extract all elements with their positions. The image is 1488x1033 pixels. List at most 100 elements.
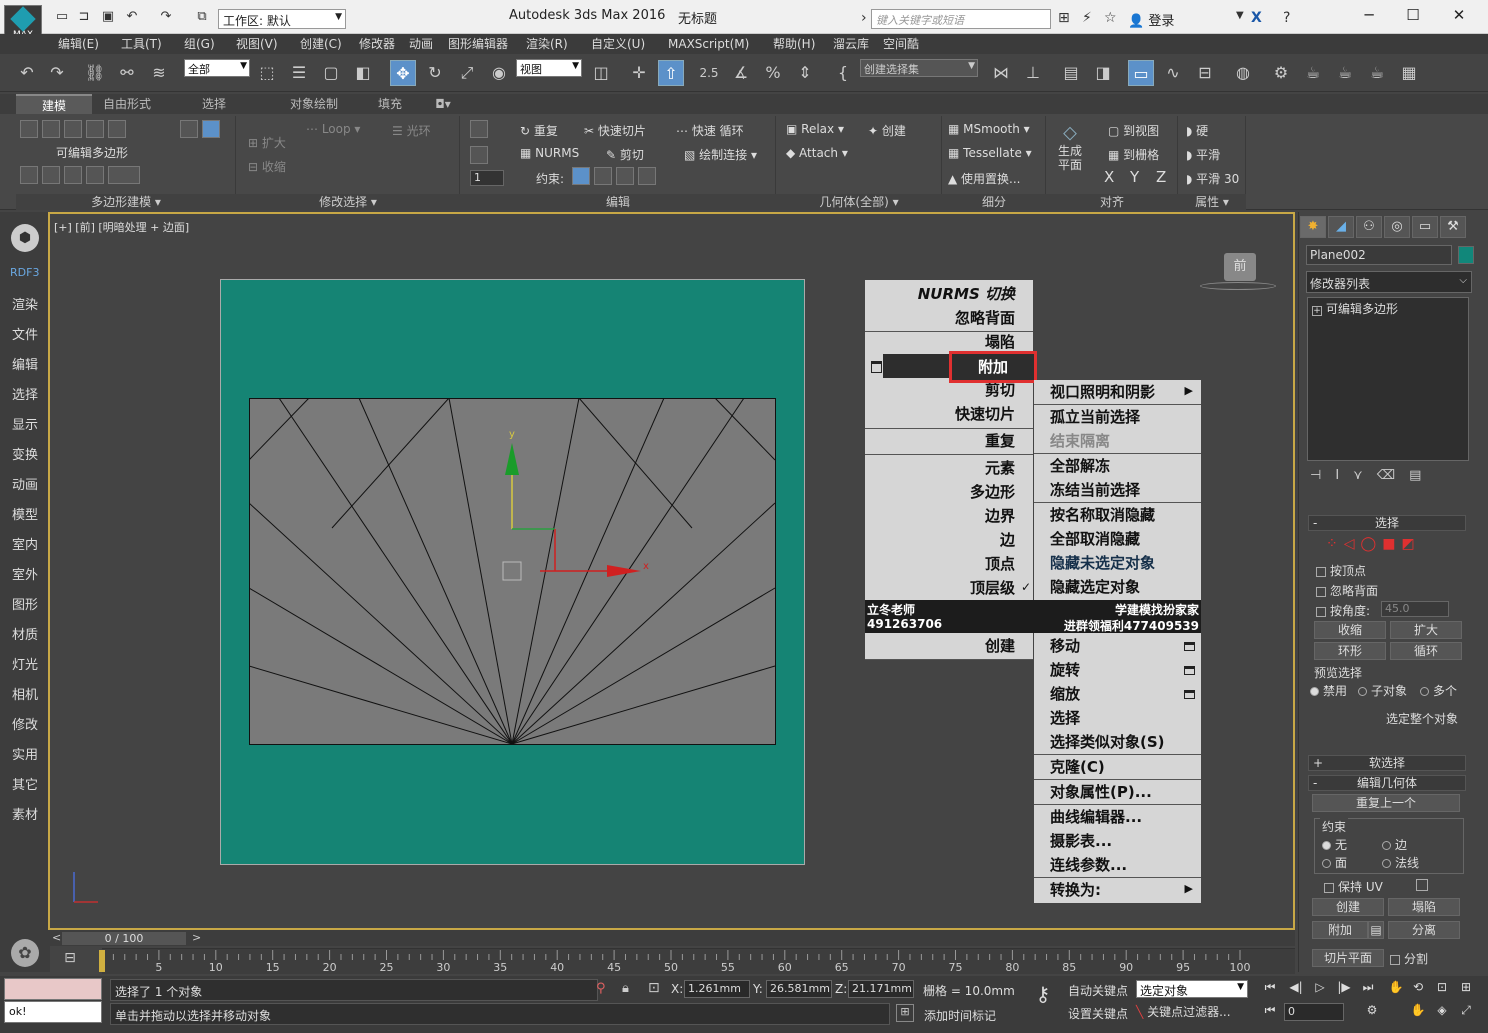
x-coordinate-field[interactable]: 1.261mm — [684, 980, 750, 998]
scale-settings-icon[interactable] — [1184, 690, 1195, 699]
field-of-view-icon[interactable]: ✋ — [1408, 1003, 1428, 1021]
spinner-snap-icon[interactable]: ⇕ — [792, 60, 818, 86]
quad-item-hide-selected[interactable]: 隐藏选定对象 — [1050, 575, 1140, 599]
relax-button[interactable]: ▣ Relax ▾ — [786, 122, 844, 136]
nurms-button[interactable]: ▦ NURMS — [520, 146, 579, 160]
rect-selection-icon[interactable]: ▢ — [318, 60, 344, 86]
quad-item-wire-parameters[interactable]: 连线参数... — [1050, 853, 1127, 877]
menu-animation[interactable]: 动画 — [409, 34, 433, 54]
rollout-edit-geometry[interactable]: - 编辑几何体 — [1308, 775, 1466, 791]
create-button[interactable]: ✦ 创建 — [868, 122, 906, 139]
constraint-none-radio[interactable]: 无 — [1322, 836, 1347, 853]
tweak-icon[interactable] — [470, 146, 488, 164]
close-button[interactable]: ✕ — [1444, 6, 1474, 26]
polygon-mode-icon[interactable]: ■ — [1382, 536, 1401, 552]
left-strip-item[interactable]: 素材 — [12, 804, 38, 823]
group-footer-modify-selection[interactable]: 修改选择 ▾ — [236, 194, 460, 210]
menu-kongjianku[interactable]: 空间酷 — [883, 34, 919, 54]
quickslice-button[interactable]: ✂ 快速切片 — [584, 122, 646, 139]
y-coordinate-field[interactable]: 26.581mm — [766, 980, 832, 998]
redo-icon[interactable]: ↷ — [158, 9, 174, 25]
rendered-frame-icon[interactable]: ☕ — [1300, 60, 1326, 86]
tab-modeling[interactable]: 建模 — [16, 94, 92, 114]
edit-named-selsets-icon[interactable]: { — [830, 60, 856, 86]
align-y-button[interactable]: Y — [1130, 168, 1139, 186]
maxscript-listener-mini[interactable] — [4, 978, 102, 1000]
show-end-result-icon[interactable]: Ⅰ — [1335, 468, 1353, 483]
quad-item-nurms-toggle[interactable]: NURMS 切换 — [918, 282, 1015, 306]
select-rotate-icon[interactable]: ↻ — [422, 60, 448, 86]
go-to-end-icon[interactable]: ⏭ — [1358, 980, 1378, 998]
isolate-toggle-icon[interactable]: ⚲ — [596, 981, 606, 996]
layer-manager-icon[interactable]: ▤ — [1058, 60, 1084, 86]
shrink-button[interactable]: ⊟ 收缩 — [248, 158, 286, 175]
edit-spinner[interactable]: 1 — [470, 170, 504, 186]
prev-frame-icon[interactable]: < — [52, 931, 61, 944]
select-move-icon[interactable]: ✥ — [390, 60, 416, 86]
to-grid-button[interactable]: ▦ 到栅格 — [1108, 146, 1159, 163]
smooth-button[interactable]: ◗ 平滑 — [1186, 146, 1220, 163]
grow-button[interactable]: 扩大 — [1390, 621, 1462, 639]
left-strip-item[interactable]: 变换 — [12, 444, 38, 463]
tessellate-button[interactable]: ▦ Tessellate ▾ — [948, 146, 1032, 160]
select-whole-object-label[interactable]: 选定整个对象 — [1386, 710, 1458, 727]
scene-explorer-icon[interactable]: ◨ — [1090, 60, 1116, 86]
menu-tools[interactable]: 工具(T) — [121, 34, 162, 54]
subscription-icon[interactable]: ⚡ — [1082, 10, 1092, 26]
viewport-label[interactable]: [+] [前] [明暗处理 + 边面] — [54, 219, 189, 235]
settings-icon[interactable]: ✿ — [11, 939, 39, 967]
reference-coord-dropdown[interactable]: 视图 ▼ — [516, 59, 582, 77]
quad-item-isolate[interactable]: 孤立当前选择 — [1050, 405, 1140, 429]
quad-item-element[interactable]: 元素 — [985, 456, 1015, 480]
redo-icon[interactable]: ↷ — [44, 60, 70, 86]
hard-button[interactable]: ◗ 硬 — [1186, 122, 1208, 139]
object-name-field[interactable]: Plane002 — [1306, 245, 1452, 265]
expand-icon[interactable]: + — [1312, 306, 1322, 316]
select-object-icon[interactable]: ⬚ — [254, 60, 280, 86]
mirror-icon[interactable]: ⋈ — [988, 60, 1014, 86]
vertex-icon[interactable] — [20, 120, 38, 138]
left-strip-item[interactable]: 其它 — [12, 774, 38, 793]
menu-group[interactable]: 组(G) — [184, 34, 215, 54]
create-panel-tab[interactable]: ✸ — [1300, 216, 1326, 238]
left-strip-item[interactable]: 显示 — [12, 414, 38, 433]
quad-item-attach[interactable]: 附加 — [949, 351, 1037, 383]
play-icon[interactable]: ▷ — [1310, 980, 1330, 998]
next-key-icon[interactable]: |▶ — [1334, 980, 1354, 998]
quad-item-repeat[interactable]: 重复 — [985, 429, 1015, 453]
key-selection-set-dropdown[interactable]: 选定对象 ▼ — [1136, 980, 1248, 998]
quad-item-clone[interactable]: 克隆(C) — [1050, 755, 1105, 779]
time-slider[interactable]: 0 / 100 — [62, 932, 186, 945]
constrain-normal-icon[interactable] — [638, 167, 656, 185]
utilities-panel-tab[interactable]: ⚒ — [1440, 216, 1466, 238]
link-icon[interactable]: ⛓ — [82, 60, 108, 86]
workspace-dropdown[interactable]: 工作区: 默认 ▼ — [218, 9, 346, 29]
cube-icon[interactable]: ⬢ — [11, 224, 39, 252]
detach-button[interactable]: 分离 — [1388, 921, 1460, 939]
element-icon[interactable] — [108, 120, 126, 138]
menu-rendering[interactable]: 渲染(R) — [526, 34, 568, 54]
modify-panel-tab[interactable]: ◢ — [1328, 216, 1354, 238]
vertex-mode-icon[interactable]: ⁘ — [1326, 536, 1344, 552]
quad-item-viewport-lighting[interactable]: 视口照明和阴影 — [1050, 380, 1155, 404]
menu-maxscript[interactable]: MAXScript(M) — [668, 34, 749, 54]
viewcube-compass-ring[interactable] — [1200, 282, 1276, 290]
angle-snap-icon[interactable]: ∡ — [728, 60, 754, 86]
select-manipulate-icon[interactable]: ✛ — [626, 60, 652, 86]
group-footer-properties[interactable]: 属性 ▾ — [1178, 194, 1246, 210]
use-displacement-button[interactable]: ▲ 使用置换... — [948, 170, 1021, 187]
preview-subobject-radio[interactable]: 子对象 — [1358, 682, 1407, 699]
quad-item-vertex[interactable]: 顶点 — [985, 552, 1015, 576]
quad-item-border[interactable]: 边界 — [985, 504, 1015, 528]
help-icon[interactable]: ? — [1283, 10, 1290, 26]
quad-item-object-properties[interactable]: 对象属性(P)... — [1050, 780, 1152, 804]
time-marker[interactable] — [99, 950, 105, 972]
zoom-extents-icon[interactable]: ⊡ — [1432, 980, 1452, 998]
show-cage-icon[interactable] — [86, 166, 104, 184]
paint-connect-button[interactable]: ▧ 绘制连接 ▾ — [684, 146, 757, 163]
constrain-none-icon[interactable] — [572, 167, 590, 185]
zoom-extents-all-icon[interactable]: ⊞ — [1456, 980, 1476, 998]
keyboard-shortcut-toggle-icon[interactable]: ⇧ — [658, 60, 684, 86]
menu-customize[interactable]: 自定义(U) — [591, 34, 645, 54]
msmooth-button[interactable]: ▦ MSmooth ▾ — [948, 122, 1030, 136]
